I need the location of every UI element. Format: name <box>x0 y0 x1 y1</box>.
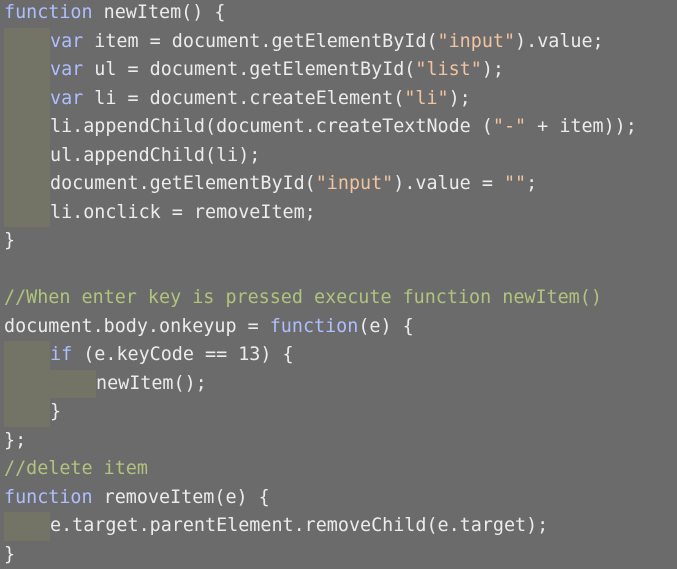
code-line[interactable]: li.onclick = removeItem; <box>50 199 316 227</box>
code-token: removeItem(e) { <box>92 486 270 508</box>
code-line[interactable]: //delete item <box>4 455 148 483</box>
indent-guide <box>4 512 50 541</box>
code-line[interactable]: } <box>50 398 61 426</box>
code-line[interactable]: li.appendChild(document.createTextNode (… <box>50 113 637 141</box>
code-token: e.target.parentElement.removeChild(e.tar… <box>50 515 549 536</box>
indent-guide <box>4 56 50 85</box>
code-token: "" <box>503 173 527 194</box>
indent-guide <box>4 27 50 56</box>
code-token: (e.keyCode == 13) { <box>72 344 294 365</box>
code-editor[interactable]: function newItem() {var item = document.… <box>0 0 677 565</box>
code-line[interactable]: function newItem() { <box>4 0 225 27</box>
indent-guide <box>4 84 50 113</box>
indent-guide <box>4 398 50 427</box>
code-token: var <box>50 59 84 80</box>
code-token: ); <box>481 59 504 80</box>
code-line[interactable]: if (e.keyCode == 13) { <box>50 341 294 369</box>
code-line[interactable]: } <box>4 227 15 255</box>
code-token: } <box>50 401 62 422</box>
code-token: item = document.getElementById( <box>83 30 438 52</box>
code-token: li = document.createElement( <box>83 87 405 109</box>
indent-guide <box>4 198 50 227</box>
code-token: ul = document.getElementById( <box>83 59 416 80</box>
indent-guide <box>4 369 50 398</box>
code-line[interactable]: var ul = document.getElementById("list")… <box>50 56 504 84</box>
indent-guide <box>4 170 50 199</box>
code-token: "li" <box>404 87 449 109</box>
code-token: ).value; <box>515 30 604 52</box>
code-line[interactable]: document.getElementById("input").value =… <box>50 170 537 198</box>
indent-guide <box>4 341 50 370</box>
code-token: + item)); <box>526 116 637 137</box>
code-token: //delete item <box>4 458 148 479</box>
code-token: } <box>4 230 16 251</box>
code-token: (e) { <box>358 315 414 337</box>
code-line[interactable]: }; <box>4 427 26 455</box>
code-token: document.getElementById( <box>50 173 316 194</box>
code-token: "list" <box>415 59 482 80</box>
indent-guide <box>4 141 50 170</box>
code-token: function <box>4 2 93 23</box>
code-token: "input" <box>315 173 394 194</box>
code-line[interactable]: } <box>4 541 15 569</box>
code-line[interactable]: var li = document.createElement("li"); <box>50 85 471 113</box>
code-token: } <box>4 543 16 565</box>
code-line[interactable]: //When enter key is pressed execute func… <box>4 284 602 312</box>
code-line[interactable]: var item = document.getElementById("inpu… <box>50 28 604 56</box>
code-token: li.onclick = removeItem; <box>50 201 316 223</box>
code-token: ; <box>526 173 538 194</box>
code-token: //When enter key is pressed execute func… <box>4 287 602 308</box>
code-token: newItem() { <box>92 2 226 23</box>
code-token: }; <box>4 429 27 451</box>
indent-guide <box>4 113 50 142</box>
code-line[interactable]: e.target.parentElement.removeChild(e.tar… <box>50 512 548 540</box>
indent-guide <box>50 369 96 398</box>
code-token: var <box>50 30 84 52</box>
code-token: document.body.onkeyup = <box>4 315 270 337</box>
code-token: function <box>269 315 359 337</box>
code-token: ); <box>448 87 471 109</box>
code-token: if <box>50 344 73 365</box>
code-token: function <box>4 486 93 508</box>
code-token: ).value = <box>393 173 504 194</box>
code-line[interactable]: function removeItem(e) { <box>4 484 270 512</box>
code-token: var <box>50 87 84 109</box>
code-token: newItem(); <box>96 372 207 394</box>
code-token: "-" <box>492 116 527 137</box>
code-line[interactable]: newItem(); <box>96 370 207 398</box>
code-line[interactable]: document.body.onkeyup = function(e) { <box>4 313 414 341</box>
code-token: ul.appendChild(li); <box>50 144 261 166</box>
code-token: li.appendChild(document.createTextNode ( <box>50 116 493 137</box>
code-token: "input" <box>437 30 516 52</box>
code-line[interactable]: ul.appendChild(li); <box>50 142 260 170</box>
